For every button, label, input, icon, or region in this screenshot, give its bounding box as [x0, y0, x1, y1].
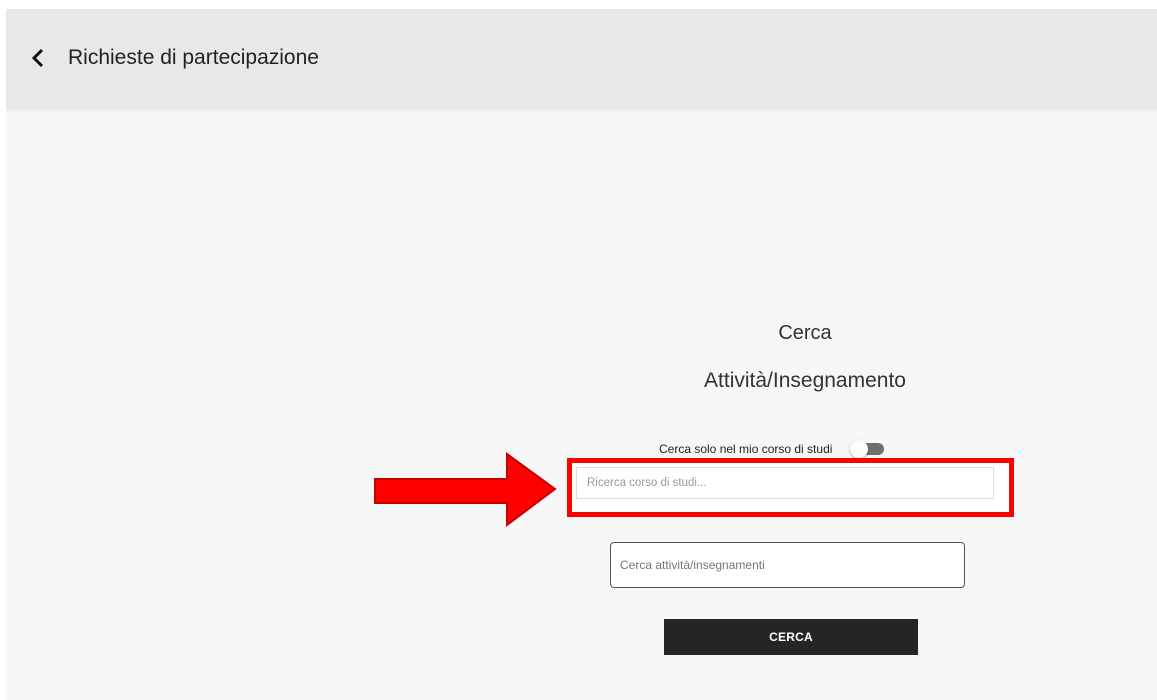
search-button[interactable]: CERCA: [664, 619, 918, 655]
course-filter-toggle[interactable]: [850, 440, 886, 458]
page-title: Richieste di partecipazione: [68, 46, 319, 69]
search-title: Cerca: [778, 322, 832, 344]
course-filter-row: Cerca solo nel mio corso di studi: [659, 440, 886, 458]
back-button[interactable]: [24, 43, 52, 73]
activity-search-input[interactable]: [610, 542, 965, 588]
page-header: Richieste di partecipazione: [6, 9, 1157, 112]
toggle-knob: [850, 440, 869, 458]
course-search-input[interactable]: [576, 467, 994, 499]
search-subtitle: Attività/Insegnamento: [704, 369, 906, 392]
course-filter-label: Cerca solo nel mio corso di studi: [659, 442, 833, 456]
chevron-left-icon: [31, 48, 44, 68]
page-content: Richieste di partecipazione: [6, 9, 1157, 700]
red-arrow-right-icon: [374, 452, 557, 527]
